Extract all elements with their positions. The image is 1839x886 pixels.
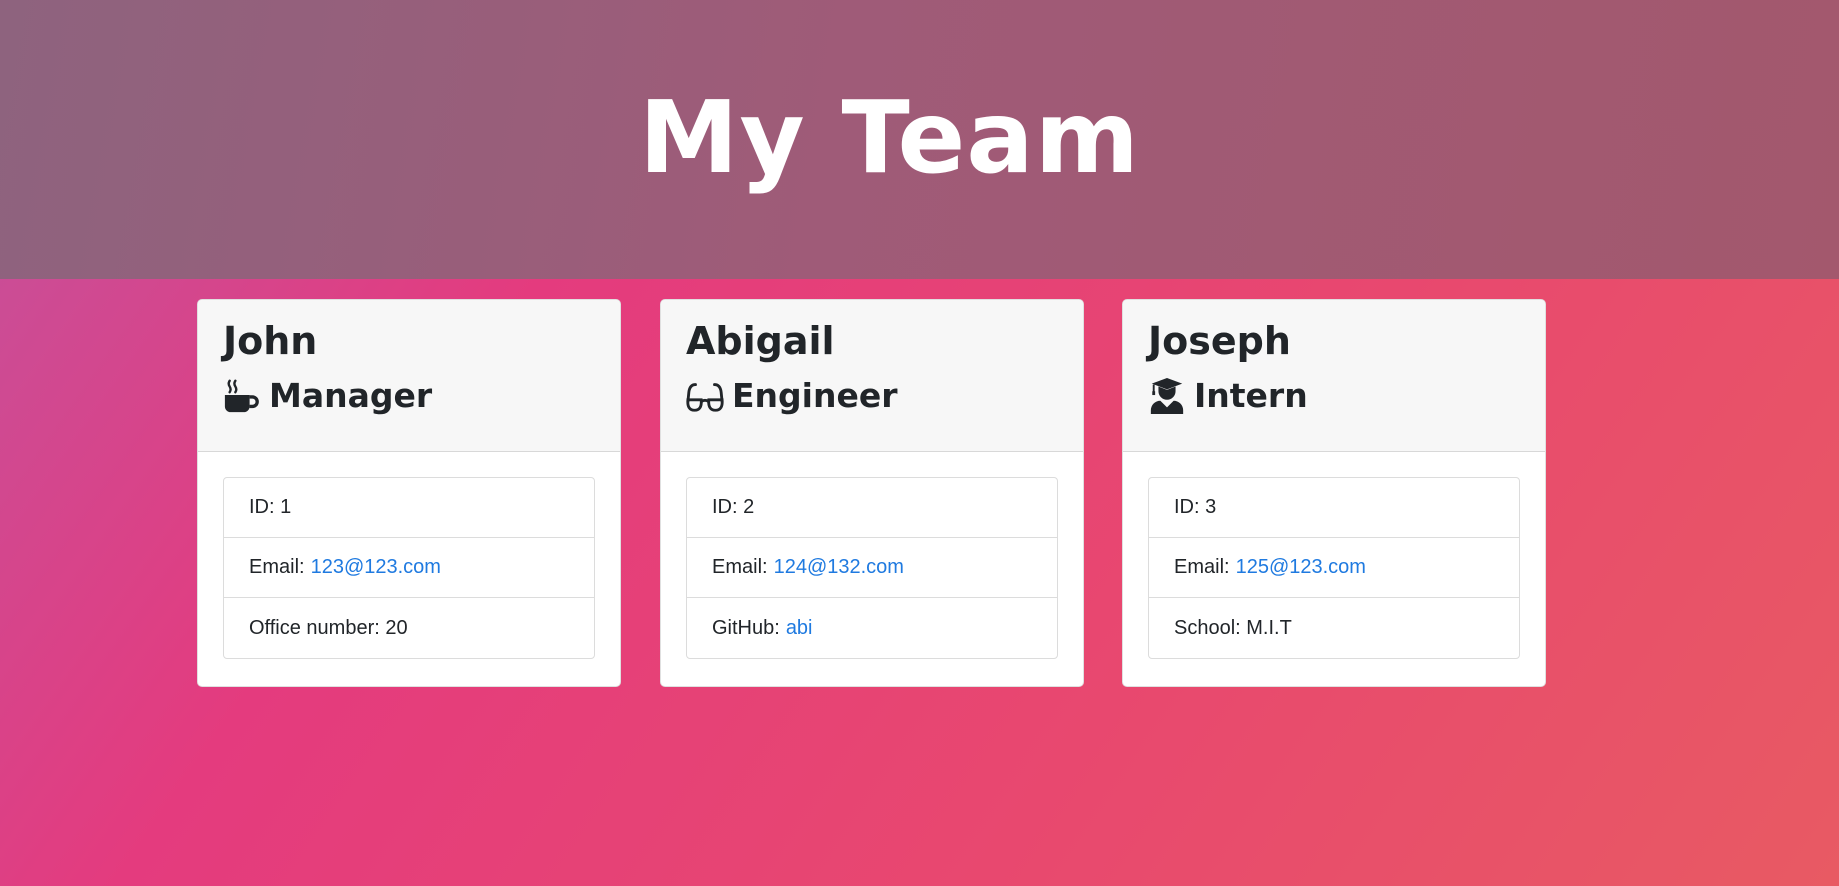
user-graduate-icon xyxy=(1148,377,1186,415)
role-label: Intern xyxy=(1194,376,1308,415)
info-list: ID: 2 Email: 124@132.com GitHub: abi xyxy=(686,477,1058,659)
info-list: ID: 3 Email: 125@123.com School: M.I.T xyxy=(1148,477,1520,659)
page-title: My Team xyxy=(639,79,1140,196)
employee-role: Intern xyxy=(1148,374,1520,418)
email-link[interactable]: 125@123.com xyxy=(1236,556,1366,579)
school-text: School: M.I.T xyxy=(1174,616,1292,639)
github-item: GitHub: abi xyxy=(687,598,1057,658)
id-item: ID: 2 xyxy=(687,478,1057,538)
employee-card-intern: Joseph Intern ID: 3 Email: 125@123.com S… xyxy=(1122,299,1546,687)
role-label: Manager xyxy=(269,376,433,415)
id-text: ID: 1 xyxy=(249,496,292,518)
info-list: ID: 1 Email: 123@123.com Office number: … xyxy=(223,477,595,659)
card-header: Joseph Intern xyxy=(1123,300,1545,452)
employee-name: John xyxy=(223,319,318,363)
github-link[interactable]: abi xyxy=(786,617,813,640)
email-link[interactable]: 123@123.com xyxy=(311,556,441,579)
employee-card-engineer: Abigail Engineer ID: 2 Email: 124@132.co… xyxy=(660,299,1084,687)
employee-role: Engineer xyxy=(686,374,1058,418)
card-header: John Manager xyxy=(198,300,620,452)
github-label: GitHub: xyxy=(712,616,780,639)
employee-card-manager: John Manager ID: 1 Email: 123@123.com Of… xyxy=(197,299,621,687)
glasses-icon xyxy=(686,377,724,415)
email-label: Email: xyxy=(712,556,768,578)
id-item: ID: 3 xyxy=(1149,478,1519,538)
email-item: Email: 124@132.com xyxy=(687,538,1057,598)
office-number-item: Office number: 20 xyxy=(224,598,594,658)
page-header: My Team xyxy=(0,0,1839,279)
email-label: Email: xyxy=(1174,556,1230,578)
email-item: Email: 123@123.com xyxy=(224,538,594,598)
email-label: Email: xyxy=(249,556,305,578)
employee-name: Abigail xyxy=(686,319,835,363)
email-link[interactable]: 124@132.com xyxy=(774,556,904,579)
email-item: Email: 125@123.com xyxy=(1149,538,1519,598)
card-body: ID: 2 Email: 124@132.com GitHub: abi xyxy=(661,452,1083,684)
id-item: ID: 1 xyxy=(224,478,594,538)
school-item: School: M.I.T xyxy=(1149,598,1519,658)
id-text: ID: 3 xyxy=(1174,496,1217,518)
card-body: ID: 1 Email: 123@123.com Office number: … xyxy=(198,452,620,684)
role-label: Engineer xyxy=(732,376,898,415)
id-text: ID: 2 xyxy=(712,496,755,518)
card-body: ID: 3 Email: 125@123.com School: M.I.T xyxy=(1123,452,1545,684)
employee-role: Manager xyxy=(223,374,595,418)
employee-name: Joseph xyxy=(1148,319,1291,363)
office-number-text: Office number: 20 xyxy=(249,616,408,639)
card-header: Abigail Engineer xyxy=(661,300,1083,452)
mug-hot-icon xyxy=(223,377,261,415)
